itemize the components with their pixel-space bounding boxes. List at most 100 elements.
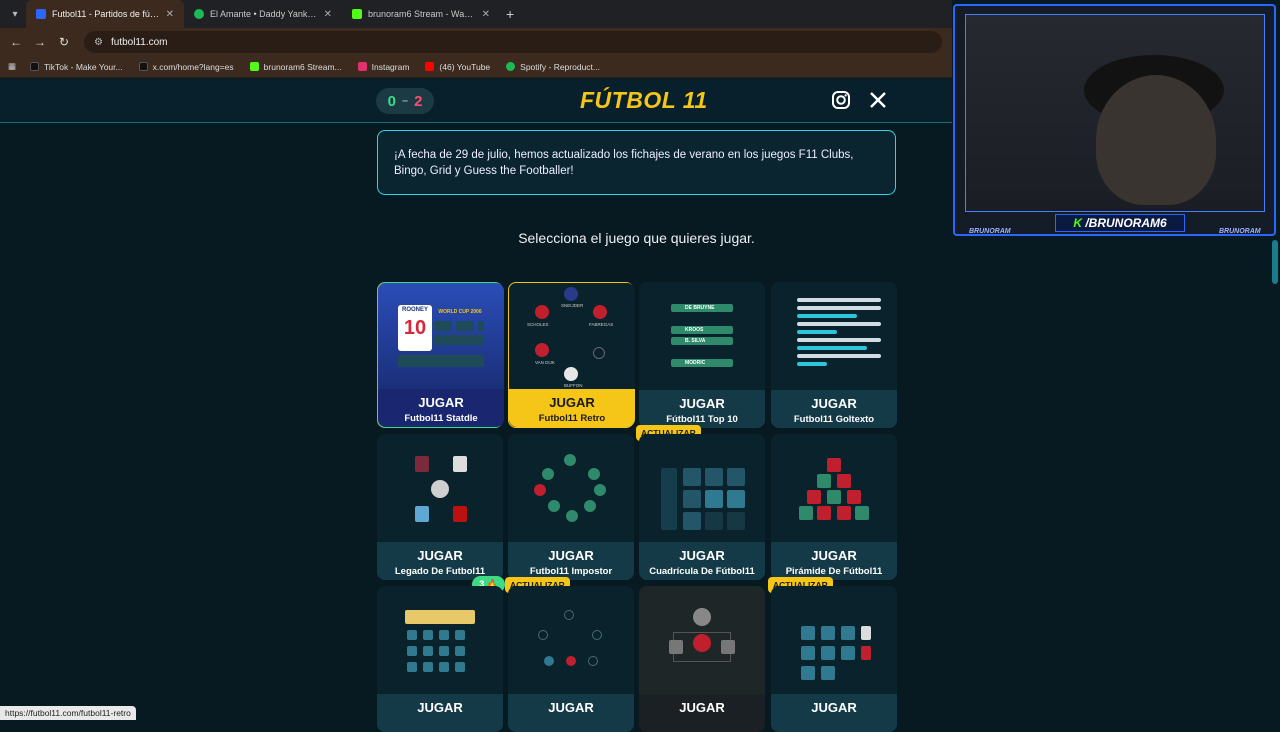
bookmark-youtube[interactable]: (46) YouTube bbox=[425, 62, 490, 72]
game-card-9[interactable]: 3 🔥 JUGAR bbox=[377, 576, 505, 732]
tab-search-icon[interactable]: ▾ bbox=[4, 3, 26, 25]
game-name: Futbol11 Statdle bbox=[404, 413, 478, 424]
impostor-thumbnail bbox=[508, 434, 634, 542]
bookmark-label: x.com/home?lang=es bbox=[152, 61, 234, 72]
x-twitter-icon[interactable] bbox=[868, 90, 888, 110]
kick-icon bbox=[249, 62, 259, 71]
card-footer: JUGAR bbox=[639, 694, 765, 732]
goltexto-thumbnail bbox=[771, 282, 897, 390]
tab-kick[interactable]: brunoram6 Stream - Watch Live ✕ bbox=[342, 0, 500, 28]
bookmark-tiktok[interactable]: TikTok - Make Your... bbox=[30, 62, 123, 72]
x-icon bbox=[138, 62, 148, 71]
youtube-icon bbox=[425, 62, 435, 71]
game-card-cuadricula[interactable]: ACTUALIZAR JUGAR Cuadrícula De Fútbol11 bbox=[636, 425, 765, 580]
shirt-icon bbox=[453, 506, 467, 522]
browser-tab-bar: ▾ Futbol11 - Partidos de fútbol de ✕ El … bbox=[0, 0, 952, 28]
game-card-10[interactable]: ACTUALIZAR JUGAR bbox=[505, 577, 634, 732]
update-notice: ¡A fecha de 29 de julio, hemos actualiza… bbox=[377, 130, 896, 195]
player-token bbox=[564, 367, 578, 381]
streamer-face bbox=[1096, 75, 1216, 205]
scrollbar[interactable] bbox=[1272, 240, 1278, 284]
stat-cell bbox=[478, 321, 484, 331]
card-footer: JUGAR Legado De Futbol11 bbox=[377, 542, 503, 580]
url-field[interactable]: ⚙ futbol11.com bbox=[84, 31, 942, 53]
bookmark-label: brunoram6 Stream... bbox=[263, 61, 342, 72]
game-card-impostor[interactable]: JUGAR Futbol11 Impostor bbox=[508, 434, 634, 580]
back-arrow-icon[interactable]: ← bbox=[4, 35, 28, 49]
game-card-piramide[interactable]: JUGAR Pirámide De Fútbol11 bbox=[771, 434, 897, 580]
spotify-favicon-icon bbox=[194, 9, 204, 19]
bookmark-kick[interactable]: brunoram6 Stream... bbox=[249, 61, 342, 72]
retro-player-label: SNEIJDER bbox=[561, 303, 584, 308]
close-icon[interactable]: ✕ bbox=[166, 9, 174, 20]
play-label: JUGAR bbox=[548, 700, 594, 715]
stat-cell bbox=[434, 335, 484, 345]
play-label: JUGAR bbox=[679, 548, 725, 563]
card-footer: JUGAR bbox=[377, 694, 503, 732]
stat-cell bbox=[434, 321, 452, 331]
top10-player: B. SILVA bbox=[685, 338, 706, 344]
game-9-thumbnail bbox=[377, 586, 503, 694]
game-card-retro[interactable]: SCHOLES SNEIJDER FABREGAS VAN DIJK BUFFO… bbox=[508, 282, 635, 428]
select-game-heading: Selecciona el juego que quieres jugar. bbox=[518, 230, 755, 246]
play-label: JUGAR bbox=[811, 548, 857, 563]
game-card-top10[interactable]: DE BRUYNE KROOS B. SILVA MODRIC JUGAR Fú… bbox=[639, 282, 765, 428]
play-label: JUGAR bbox=[418, 395, 464, 410]
play-label: JUGAR bbox=[679, 396, 725, 411]
game-card-12[interactable]: ACTUALIZAR JUGAR bbox=[768, 577, 897, 732]
bookmark-spotify[interactable]: Spotify - Reproduct... bbox=[506, 62, 600, 72]
instagram-icon bbox=[357, 62, 367, 71]
reload-icon[interactable]: ↻ bbox=[52, 35, 76, 49]
retro-player-label: VAN DIJK bbox=[535, 360, 555, 365]
site-info-icon[interactable]: ⚙ bbox=[94, 37, 103, 48]
retro-player-label: SCHOLES bbox=[527, 322, 549, 327]
score-counter: 0 – 2 bbox=[376, 88, 434, 114]
game-card-goltexto[interactable]: JUGAR Futbol11 Goltexto bbox=[771, 282, 897, 428]
legado-thumbnail bbox=[377, 434, 503, 542]
close-icon[interactable]: ✕ bbox=[482, 9, 490, 20]
score-losses: 2 bbox=[414, 92, 423, 110]
card-footer: JUGAR Futbol11 Statdle bbox=[378, 389, 504, 427]
top10-player: DE BRUYNE bbox=[685, 305, 715, 311]
status-bar-url: https://futbol11.com/futbol11-retro bbox=[0, 706, 136, 720]
card-footer: JUGAR Pirámide De Fútbol11 bbox=[771, 542, 897, 580]
game-card-11[interactable]: JUGAR bbox=[639, 586, 765, 732]
bookmark-label: Spotify - Reproduct... bbox=[520, 61, 600, 72]
close-icon[interactable]: ✕ bbox=[324, 9, 332, 20]
player-token bbox=[535, 305, 549, 319]
tab-label: El Amante • Daddy Yankee, J Alvarez bbox=[210, 9, 318, 19]
tab-label: Futbol11 - Partidos de fútbol de bbox=[52, 9, 160, 19]
tiktok-icon bbox=[30, 62, 40, 71]
game-card-statdle[interactable]: ROONEY 10 WORLD CUP 2006 JUGAR Futbol11 … bbox=[377, 282, 504, 428]
bookmark-instagram[interactable]: Instagram bbox=[357, 62, 409, 72]
url-text: futbol11.com bbox=[110, 36, 168, 48]
bookmark-label: (46) YouTube bbox=[439, 61, 491, 72]
stat-cell bbox=[398, 355, 484, 367]
cuadricula-thumbnail bbox=[639, 434, 765, 542]
apps-grid-icon[interactable]: ▦ bbox=[8, 61, 16, 72]
kick-logo-icon: K bbox=[1073, 216, 1082, 230]
retro-player-label: BUFFON bbox=[564, 383, 583, 388]
play-label: JUGAR bbox=[679, 700, 725, 715]
player-token bbox=[564, 287, 578, 301]
retro-player-label: FABREGAS bbox=[589, 322, 614, 327]
game-name: Futbol11 Impostor bbox=[529, 566, 613, 577]
piramide-thumbnail bbox=[771, 434, 897, 542]
streamer-tag: K /BRUNORAM6 bbox=[1055, 214, 1185, 232]
tab-futbol11[interactable]: Futbol11 - Partidos de fútbol de ✕ bbox=[26, 0, 184, 28]
game-name: Fútbol11 Top 10 bbox=[666, 414, 738, 425]
game-name: Pirámide De Fútbol11 bbox=[785, 566, 883, 577]
tab-spotify[interactable]: El Amante • Daddy Yankee, J Alvarez ✕ bbox=[184, 0, 342, 28]
game-card-legado[interactable]: JUGAR Legado De Futbol11 bbox=[377, 434, 503, 580]
card-footer: JUGAR Futbol11 Impostor bbox=[508, 542, 634, 580]
new-tab-button[interactable]: + bbox=[506, 6, 514, 22]
site-logo[interactable]: FÚTBOL 11 bbox=[580, 87, 708, 114]
instagram-icon[interactable] bbox=[831, 90, 851, 110]
card-footer: JUGAR Futbol11 Retro bbox=[509, 389, 635, 427]
top10-player: MODRIC bbox=[685, 360, 706, 366]
bookmark-x[interactable]: x.com/home?lang=es bbox=[138, 61, 234, 72]
game-11-thumbnail bbox=[639, 586, 765, 694]
shirt-icon bbox=[415, 456, 429, 472]
statdle-thumbnail: ROONEY 10 WORLD CUP 2006 bbox=[378, 283, 504, 391]
forward-arrow-icon[interactable]: → bbox=[28, 35, 52, 49]
